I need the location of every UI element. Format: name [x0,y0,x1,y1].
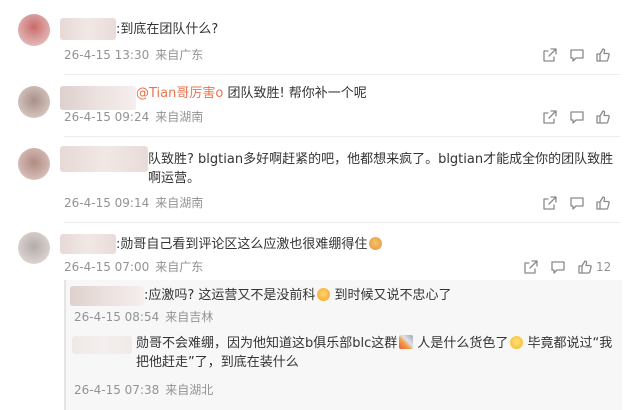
username-blurred[interactable] [60,234,116,254]
reply-meta: 26-4-15 07:38 来自湖北 [74,382,213,398]
comment-location: 来自湖南 [155,110,204,124]
avatar[interactable] [18,14,50,46]
thumbs-up-icon[interactable] [577,259,593,275]
comment-icon[interactable] [569,47,585,63]
reply-location: 来自吉林 [165,310,214,324]
rocket-emoji-icon [399,335,414,349]
reply-date: 26-4-15 07:38 [74,383,160,397]
reply-location: 来自湖北 [165,383,214,397]
reply-body-b: 到时候又说不忠心了 [330,288,452,303]
reply-body-b: 人是什么货色了 [413,336,509,351]
comment-body: :勋哥自己看到评论区这么应激也很难绷得住 [116,237,368,252]
reply-meta: 26-4-15 08:54 来自吉林 [74,309,213,325]
comment-meta: 26-4-15 09:14 来自湖南 [64,195,203,211]
avatar[interactable] [18,232,50,264]
comment-date: 26-4-15 13:30 [64,48,150,62]
cat-emoji-icon [369,237,383,250]
blush-emoji-icon [317,288,331,301]
reply-text: 勋哥不会难绷，因为他知道这b俱乐部blc这群 人是什么货色了 毕竟都说过“我把他… [136,334,622,372]
comment-text: :到底在团队什么? [116,22,219,37]
reply-text: :应激吗? 这运营又不是没前科 到时候又说不忠心了 [144,286,452,305]
thumbs-up-icon[interactable] [595,47,611,63]
comment-icon[interactable] [550,259,566,275]
avatar[interactable] [18,148,50,180]
username-blurred[interactable] [72,336,132,354]
comment-meta: 26-4-15 13:30 来自广东 [64,47,203,63]
thumbs-up-icon[interactable] [595,195,611,211]
divider [64,74,620,75]
comment-date: 26-4-15 09:24 [64,110,150,124]
share-icon[interactable] [542,47,558,63]
avatar[interactable] [18,86,50,118]
share-icon[interactable] [542,195,558,211]
comment-date: 26-4-15 09:14 [64,196,150,210]
comment-text: 队致胜? blgtian多好啊赶紧的吧，他都想来疯了。blgtian才能成全你的… [148,152,614,186]
comment-text: :勋哥自己看到评论区这么应激也很难绷得住 [116,235,383,254]
comment-icon[interactable] [569,195,585,211]
reply-date: 26-4-15 08:54 [74,310,160,324]
username-blurred[interactable] [60,18,116,40]
comment-text: @Tian哥厉害o 团队致胜! 帮你补一个呢 [136,84,367,103]
divider [64,136,620,137]
username-blurred[interactable] [70,286,144,306]
thumbs-up-icon[interactable] [595,109,611,125]
comment-location: 来自广东 [155,48,204,62]
shy-emoji-icon [510,336,524,349]
reply-body-a: 勋哥不会难绷，因为他知道这b俱乐部blc这群 [136,336,398,351]
share-icon[interactable] [523,259,539,275]
comment-meta: 26-4-15 07:00 来自广东 [64,259,203,275]
comment-date: 26-4-15 07:00 [64,260,150,274]
mention-link[interactable]: @Tian哥厉害o [136,86,223,101]
username-blurred[interactable] [60,146,148,172]
reply-body-a: :应激吗? 这运营又不是没前科 [144,288,316,303]
comment-location: 来自湖南 [155,196,204,210]
divider [64,222,620,223]
like-count: 12 [596,260,612,274]
comment-meta: 26-4-15 09:24 来自湖南 [64,109,203,125]
comment-body: 团队致胜! 帮你补一个呢 [223,86,367,101]
share-icon[interactable] [542,109,558,125]
comment-location: 来自广东 [155,260,204,274]
comment-icon[interactable] [569,109,585,125]
username-blurred[interactable] [60,86,136,110]
